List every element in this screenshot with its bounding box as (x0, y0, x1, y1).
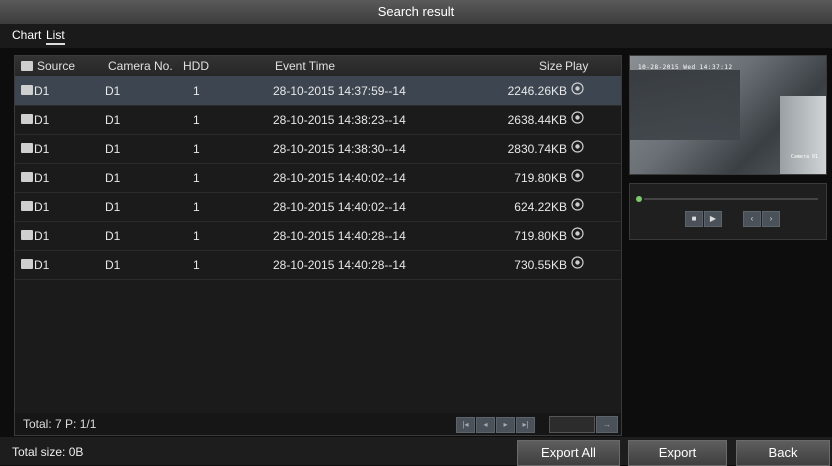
eye-icon[interactable] (571, 111, 584, 124)
cell-size: 719.80KB (514, 171, 567, 185)
next-frame-icon[interactable]: › (762, 211, 780, 227)
header-camera-no[interactable]: Camera No. (108, 59, 173, 73)
table-row[interactable]: D1 D1 1 28-10-2015 14:40:02--14 719.80KB (15, 163, 621, 193)
video-preview: 10-28-2015 Wed 14:37:12 Camera 01 (629, 55, 827, 175)
cell-hdd: 1 (193, 258, 200, 272)
playback-controls: ■ ▶ ‹ › (629, 183, 827, 240)
total-size: Total size: 0B (12, 445, 84, 459)
cell-source: D1 (34, 200, 50, 214)
page-number-input[interactable] (549, 416, 595, 433)
cell-camera-no: D1 (105, 229, 121, 243)
cell-size: 624.22KB (514, 200, 567, 214)
cell-hdd: 1 (193, 113, 200, 127)
cell-camera-no: D1 (105, 84, 121, 98)
cell-source: D1 (34, 171, 50, 185)
eye-icon[interactable] (571, 256, 584, 269)
row-checkbox[interactable] (21, 143, 33, 153)
view-tabs: Chart List (0, 24, 832, 48)
prev-frame-icon[interactable]: ‹ (743, 211, 761, 227)
export-button[interactable]: Export (628, 440, 727, 466)
header-size[interactable]: Size (539, 59, 562, 73)
footer-bar: Total size: 0B Export All Export Back (0, 437, 832, 466)
row-checkbox[interactable] (21, 85, 33, 95)
cell-event-time: 28-10-2015 14:37:59--14 (273, 84, 406, 98)
cell-source: D1 (34, 113, 50, 127)
total-count: Total: 7 P: 1/1 (23, 417, 97, 431)
cell-event-time: 28-10-2015 14:38:23--14 (273, 113, 406, 127)
cell-camera-no: D1 (105, 113, 121, 127)
cell-camera-no: D1 (105, 200, 121, 214)
back-button[interactable]: Back (736, 440, 830, 466)
row-checkbox[interactable] (21, 230, 33, 240)
preview-scene-dark (630, 70, 740, 140)
progress-track[interactable] (644, 198, 818, 200)
cell-size: 730.55KB (514, 258, 567, 272)
table-row[interactable]: D1 D1 1 28-10-2015 14:38:30--14 2830.74K… (15, 134, 621, 164)
cell-event-time: 28-10-2015 14:40:28--14 (273, 258, 406, 272)
table-row[interactable]: D1 D1 1 28-10-2015 14:37:59--14 2246.26K… (15, 76, 621, 106)
cell-hdd: 1 (193, 200, 200, 214)
row-checkbox[interactable] (21, 201, 33, 211)
header-play: Play (565, 59, 589, 73)
table-header: Source Camera No. HDD Event Time Size Pl… (15, 56, 621, 77)
cell-event-time: 28-10-2015 14:40:02--14 (273, 200, 406, 214)
cell-event-time: 28-10-2015 14:40:28--14 (273, 229, 406, 243)
tab-list[interactable]: List (46, 28, 65, 45)
cell-size: 2830.74KB (507, 142, 567, 156)
preview-camera-label: Camera 01 (790, 154, 818, 160)
cell-size: 2246.26KB (507, 84, 567, 98)
table-row[interactable]: D1 D1 1 28-10-2015 14:40:28--14 719.80KB (15, 221, 621, 251)
cell-source: D1 (34, 258, 50, 272)
header-hdd[interactable]: HDD (183, 59, 209, 73)
cell-camera-no: D1 (105, 258, 121, 272)
eye-icon[interactable] (571, 198, 584, 211)
cell-hdd: 1 (193, 229, 200, 243)
first-page-button[interactable]: |◂ (456, 417, 475, 433)
result-list: Source Camera No. HDD Event Time Size Pl… (14, 55, 622, 415)
progress-indicator (636, 196, 642, 202)
eye-icon[interactable] (571, 82, 584, 95)
cell-camera-no: D1 (105, 171, 121, 185)
eye-icon[interactable] (571, 140, 584, 153)
prev-page-button[interactable]: ◂ (476, 417, 495, 433)
preview-scene-light (780, 96, 826, 174)
cell-event-time: 28-10-2015 14:40:02--14 (273, 171, 406, 185)
preview-timestamp: 10-28-2015 Wed 14:37:12 (638, 64, 733, 71)
tab-chart[interactable]: Chart (12, 28, 41, 42)
next-page-button[interactable]: ▸ (496, 417, 515, 433)
export-all-button[interactable]: Export All (517, 440, 620, 466)
cell-size: 719.80KB (514, 229, 567, 243)
cell-event-time: 28-10-2015 14:38:30--14 (273, 142, 406, 156)
pagination-bar: Total: 7 P: 1/1 |◂ ◂ ▸ ▸| → (14, 413, 622, 436)
cell-hdd: 1 (193, 142, 200, 156)
table-row[interactable]: D1 D1 1 28-10-2015 14:38:23--14 2638.44K… (15, 105, 621, 135)
header-event-time[interactable]: Event Time (275, 59, 335, 73)
row-checkbox[interactable] (21, 172, 33, 182)
stop-icon[interactable]: ■ (685, 211, 703, 227)
cell-camera-no: D1 (105, 142, 121, 156)
cell-source: D1 (34, 229, 50, 243)
select-all-checkbox[interactable] (21, 61, 33, 71)
header-source[interactable]: Source (37, 59, 75, 73)
eye-icon[interactable] (571, 169, 584, 182)
play-icon[interactable]: ▶ (704, 211, 722, 227)
table-row[interactable]: D1 D1 1 28-10-2015 14:40:02--14 624.22KB (15, 192, 621, 222)
cell-source: D1 (34, 142, 50, 156)
eye-icon[interactable] (571, 227, 584, 240)
window-title: Search result (0, 0, 832, 25)
row-checkbox[interactable] (21, 259, 33, 269)
cell-hdd: 1 (193, 84, 200, 98)
table-row[interactable]: D1 D1 1 28-10-2015 14:40:28--14 730.55KB (15, 250, 621, 280)
cell-size: 2638.44KB (507, 113, 567, 127)
last-page-button[interactable]: ▸| (516, 417, 535, 433)
cell-source: D1 (34, 84, 50, 98)
go-page-button[interactable]: → (596, 416, 618, 433)
cell-hdd: 1 (193, 171, 200, 185)
row-checkbox[interactable] (21, 114, 33, 124)
